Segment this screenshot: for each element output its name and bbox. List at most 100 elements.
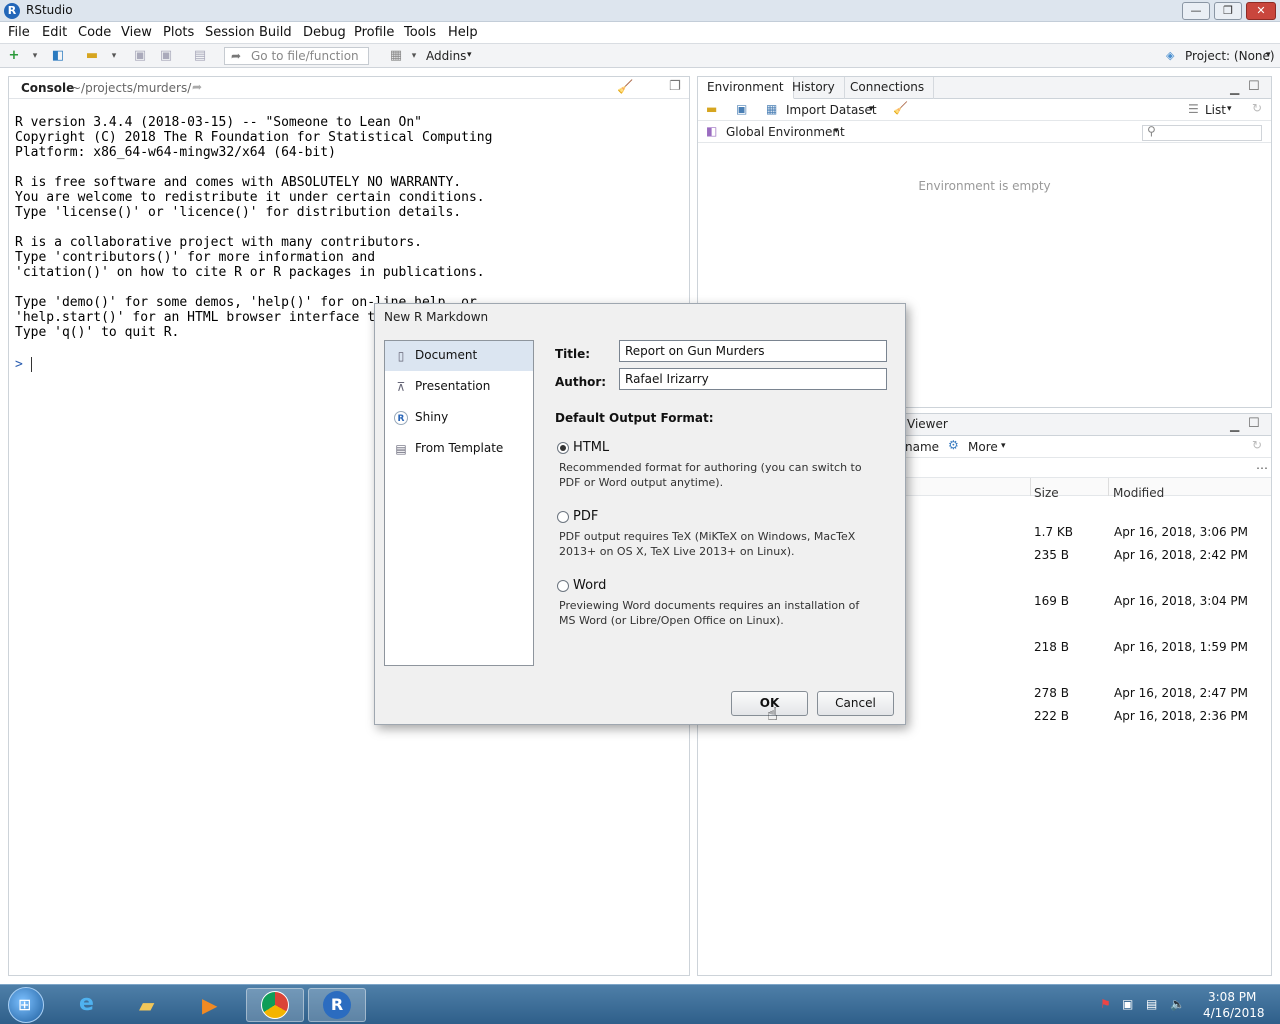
console-header: Console ~/projects/murders/ ➦ 🧹 ❐ xyxy=(9,77,689,99)
refresh-icon[interactable]: ↻ xyxy=(1252,101,1262,115)
format-word-description: Previewing Word documents requires an in… xyxy=(559,599,860,627)
menu-build[interactable]: Build xyxy=(259,25,292,40)
menu-bar: File Edit Code View Plots Session Build … xyxy=(0,22,1280,44)
column-divider xyxy=(1030,478,1031,496)
console-tab[interactable]: Console xyxy=(21,81,74,95)
format-html-label[interactable]: HTML xyxy=(573,440,609,455)
new-project-icon[interactable]: ◧ xyxy=(50,48,66,64)
close-window-button[interactable]: ✕ xyxy=(1246,2,1276,20)
type-presentation[interactable]: ⊼ Presentation xyxy=(385,372,533,402)
taskbar-internet-explorer[interactable]: e xyxy=(62,988,120,1022)
environment-scope-menu[interactable]: Global Environment xyxy=(726,125,845,139)
menu-session[interactable]: Session xyxy=(205,25,255,40)
menu-edit[interactable]: Edit xyxy=(42,25,67,40)
console-prompt[interactable]: > xyxy=(15,357,23,372)
environment-search-input[interactable]: ⚲ xyxy=(1142,124,1262,141)
clock-date[interactable]: 4/16/2018 xyxy=(1203,1006,1265,1020)
refresh-icon[interactable]: ↻ xyxy=(1252,438,1262,452)
type-shiny[interactable]: R Shiny xyxy=(385,403,533,433)
text-cursor xyxy=(31,357,32,372)
save-icon[interactable]: ▣ xyxy=(132,48,148,64)
chevron-down-icon: ▾ xyxy=(834,126,839,136)
modified-column-header[interactable]: Modified xyxy=(1113,486,1164,500)
cancel-button[interactable]: Cancel xyxy=(817,691,894,716)
file-modified: Apr 16, 2018, 3:04 PM xyxy=(1114,594,1248,608)
network-icon[interactable]: ⚑ xyxy=(1100,997,1111,1011)
size-column-header[interactable]: Size xyxy=(1034,486,1059,500)
import-dataset-button[interactable]: Import Dataset xyxy=(786,103,877,117)
open-folder-icon[interactable]: ▬ xyxy=(84,48,100,64)
clear-objects-icon[interactable]: 🧹 xyxy=(893,101,908,115)
author-input[interactable]: Rafael Irizarry xyxy=(619,368,887,390)
more-options-icon[interactable]: … xyxy=(1256,458,1268,472)
taskbar-rstudio[interactable]: R xyxy=(308,988,366,1022)
file-size: 1.7 KB xyxy=(1034,525,1073,539)
addins-menu[interactable]: Addins xyxy=(426,49,466,63)
tab-history[interactable]: History xyxy=(783,77,845,99)
maximize-pane-icon[interactable]: ☐ xyxy=(1248,79,1260,94)
start-button[interactable]: ⊞ xyxy=(8,987,44,1023)
minimize-button[interactable]: — xyxy=(1182,2,1210,20)
menu-help[interactable]: Help xyxy=(448,25,478,40)
import-dataset-icon: ▦ xyxy=(766,102,778,116)
print-icon[interactable]: ▤ xyxy=(192,48,208,64)
author-label: Author: xyxy=(555,375,607,389)
save-workspace-icon[interactable]: ▣ xyxy=(736,102,747,116)
menu-profile[interactable]: Profile xyxy=(354,25,394,40)
type-label: Document xyxy=(415,348,478,362)
tab-environment[interactable]: Environment xyxy=(698,77,794,99)
view-mode-menu[interactable]: List xyxy=(1205,103,1226,117)
environment-icon: ◧ xyxy=(706,124,718,138)
more-menu[interactable]: More xyxy=(968,440,998,454)
rename-button[interactable]: name xyxy=(905,440,939,454)
maximize-pane-icon[interactable]: ☐ xyxy=(1248,416,1260,431)
power-icon[interactable]: ▤ xyxy=(1146,997,1157,1011)
go-to-file-input[interactable]: ➦ Go to file/function xyxy=(224,47,369,65)
load-workspace-icon[interactable]: ▬ xyxy=(706,102,717,116)
menu-plots[interactable]: Plots xyxy=(163,25,194,40)
chevron-down-icon[interactable]: ▾ xyxy=(27,48,43,64)
project-menu[interactable]: Project: (None) xyxy=(1185,49,1275,63)
chevron-down-icon[interactable]: ▾ xyxy=(106,48,122,64)
tab-viewer[interactable]: Viewer xyxy=(898,414,957,436)
title-input[interactable]: Report on Gun Murders xyxy=(619,340,887,362)
type-from-template[interactable]: ▤ From Template xyxy=(385,434,533,464)
radio-word[interactable] xyxy=(557,580,569,592)
menu-tools[interactable]: Tools xyxy=(404,25,436,40)
taskbar-media-player[interactable]: ▶ xyxy=(184,988,242,1022)
clear-console-icon[interactable]: 🧹 xyxy=(617,80,633,95)
menu-code[interactable]: Code xyxy=(78,25,111,40)
menu-file[interactable]: File xyxy=(8,25,30,40)
grid-layout-icon[interactable]: ▦ xyxy=(388,48,404,64)
chevron-down-icon: ▾ xyxy=(1227,104,1232,114)
file-size: 235 B xyxy=(1034,548,1069,562)
dialog-title: New R Markdown xyxy=(384,310,489,324)
new-file-icon[interactable]: + xyxy=(6,48,22,64)
format-word-label[interactable]: Word xyxy=(573,578,606,593)
go-to-directory-icon[interactable]: ➦ xyxy=(192,80,202,94)
volume-icon[interactable]: 🔈 xyxy=(1170,997,1185,1011)
chevron-down-icon[interactable]: ▾ xyxy=(406,48,422,64)
taskbar-file-explorer[interactable]: ▰ xyxy=(122,988,180,1022)
save-all-icon[interactable]: ▣ xyxy=(158,48,174,64)
radio-pdf[interactable] xyxy=(557,511,569,523)
file-modified: Apr 16, 2018, 3:06 PM xyxy=(1114,525,1248,539)
menu-view[interactable]: View xyxy=(121,25,152,40)
rstudio-logo-icon: R xyxy=(4,3,20,19)
tab-connections[interactable]: Connections xyxy=(841,77,935,99)
menu-debug[interactable]: Debug xyxy=(303,25,346,40)
main-toolbar: + ▾ ◧ ▬ ▾ ▣ ▣ ▤ ➦ Go to file/function ▦ … xyxy=(0,44,1280,68)
minimize-pane-icon[interactable]: ▁ xyxy=(1230,418,1239,432)
radio-html[interactable] xyxy=(557,442,569,454)
taskbar-chrome[interactable] xyxy=(246,988,304,1022)
format-pdf-label[interactable]: PDF xyxy=(573,509,598,524)
maximize-pane-icon[interactable]: ❐ xyxy=(669,79,681,94)
action-center-icon[interactable]: ▣ xyxy=(1122,997,1133,1011)
restore-button[interactable]: ❐ xyxy=(1214,2,1242,20)
minimize-pane-icon[interactable]: ▁ xyxy=(1230,81,1239,95)
type-document[interactable]: ▯ Document xyxy=(385,341,533,371)
search-icon: ⚲ xyxy=(1147,124,1156,138)
file-modified: Apr 16, 2018, 2:47 PM xyxy=(1114,686,1248,700)
document-type-list: ▯ Document ⊼ Presentation R Shiny ▤ From… xyxy=(384,340,534,666)
clock-time[interactable]: 3:08 PM xyxy=(1208,990,1256,1004)
